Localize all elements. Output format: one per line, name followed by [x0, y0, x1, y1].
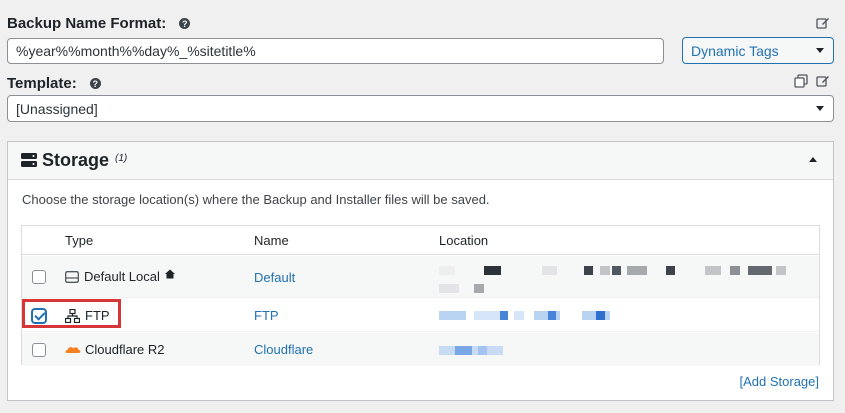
- storage-panel: Storage (1) Choose the storage location(…: [7, 141, 834, 401]
- row-checkbox[interactable]: [32, 343, 46, 357]
- table-row: FTP FTP: [22, 299, 819, 332]
- server-icon: [21, 153, 37, 167]
- selection-highlight-box: [22, 299, 121, 328]
- chevron-down-icon: [816, 47, 824, 53]
- backup-name-value: %year%%month%%day%_%sitetitle%: [16, 43, 256, 59]
- storage-description: Choose the storage location(s) where the…: [22, 192, 490, 207]
- row-type: Cloudflare R2: [65, 342, 165, 357]
- help-icon[interactable]: ?: [179, 18, 191, 29]
- template-value: [Unassigned]: [16, 100, 98, 117]
- row-name-link[interactable]: FTP: [254, 308, 279, 323]
- table-row: Cloudflare R2 Cloudflare: [22, 333, 819, 366]
- help-icon[interactable]: ?: [89, 78, 101, 89]
- storage-count: (1): [115, 153, 128, 164]
- home-icon: [164, 269, 175, 278]
- backup-name-label: Backup Name Format:: [7, 15, 167, 32]
- row-type: Default Local: [65, 269, 176, 284]
- collapse-icon[interactable]: [809, 157, 817, 162]
- template-select[interactable]: [Unassigned]: [7, 95, 834, 122]
- dynamic-tags-label: Dynamic Tags: [691, 42, 779, 59]
- row-name-link[interactable]: Default: [254, 270, 295, 285]
- chevron-down-icon: [816, 105, 824, 111]
- row-type-label: Cloudflare R2: [85, 342, 165, 357]
- edit-icon[interactable]: [816, 74, 830, 88]
- storage-title: Storage: [42, 150, 110, 170]
- table-row: Default Local Default: [22, 256, 819, 298]
- backup-name-input[interactable]: %year%%month%%day%_%sitetitle%: [7, 38, 664, 64]
- template-label-row: Template: ?: [7, 75, 101, 92]
- cloud-icon: [65, 347, 81, 353]
- add-storage-link[interactable]: [Add Storage]: [740, 374, 820, 389]
- row-checkbox[interactable]: [32, 270, 46, 284]
- column-header-type: Type: [65, 233, 94, 248]
- storage-panel-header[interactable]: Storage (1): [8, 142, 833, 180]
- edit-icon[interactable]: [816, 16, 830, 30]
- storage-table: Type Name Location Default Local Default: [21, 225, 820, 366]
- column-header-name: Name: [254, 233, 289, 248]
- template-label: Template:: [7, 75, 77, 92]
- column-header-location: Location: [439, 233, 489, 248]
- copy-icon[interactable]: [794, 74, 808, 88]
- row-type-label: Default Local: [84, 269, 160, 284]
- hard-drive-icon: [65, 270, 79, 283]
- dynamic-tags-select[interactable]: Dynamic Tags: [682, 37, 834, 64]
- backup-name-label-row: Backup Name Format: ?: [7, 15, 191, 32]
- row-name-link[interactable]: Cloudflare: [254, 342, 313, 357]
- table-header: Type Name Location: [22, 226, 819, 255]
